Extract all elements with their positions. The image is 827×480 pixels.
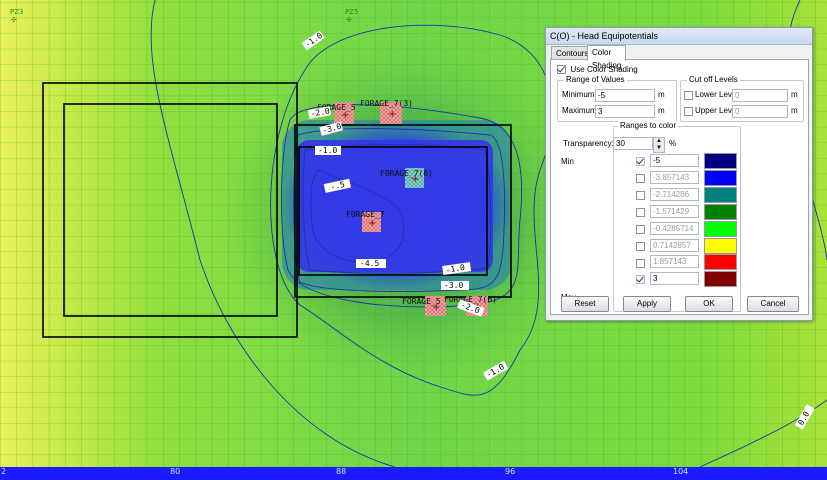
x-axis-ruler: 2 80 88 96 104 — [0, 467, 827, 480]
maximum-label: Maximum: — [562, 106, 599, 115]
svg-text:+: + — [368, 218, 376, 229]
transparency-spinner[interactable]: ▲ ▼ — [653, 137, 665, 153]
svg-text:+: + — [388, 109, 396, 120]
level-value-input[interactable]: -2.714286 — [650, 187, 699, 201]
forage-label-3: FORAGE_7(6) — [380, 169, 433, 178]
transparency-label: Transparency: — [563, 139, 614, 148]
upper-level-input[interactable]: 0 — [732, 105, 788, 118]
level-color-swatch[interactable] — [704, 153, 737, 169]
level-checkbox — [636, 157, 645, 167]
level-checkbox — [636, 275, 645, 285]
ruler-tick: 104 — [673, 467, 689, 476]
svg-text:✣: ✣ — [346, 16, 352, 24]
minimum-unit: m — [658, 90, 665, 99]
cutoff-group-title: Cut off Levels — [687, 75, 740, 84]
level-color-swatch[interactable] — [704, 237, 737, 254]
range-of-values-group: Range of Values Minimum: -5 m Maximum: 3… — [557, 75, 677, 122]
reset-button[interactable]: Reset — [561, 296, 609, 312]
pz-label-2: PZ5 — [345, 8, 358, 16]
contour-tag-6: -4.5 — [360, 259, 379, 268]
level-color-swatch[interactable] — [704, 169, 737, 186]
level-value-input[interactable]: -3.857143 — [650, 170, 699, 184]
svg-text:✣: ✣ — [11, 16, 17, 24]
level-checkbox[interactable] — [636, 190, 645, 200]
level-checkbox[interactable] — [636, 241, 645, 251]
level-value-input[interactable]: 0.7142857 — [650, 238, 699, 252]
use-color-shading-checkbox[interactable] — [557, 65, 566, 75]
level-checkbox[interactable] — [636, 174, 645, 184]
upper-level-unit: m — [791, 106, 798, 115]
transparency-percent: % — [669, 139, 677, 148]
level-value-input[interactable]: -1.571429 — [650, 204, 699, 218]
dialog-title: C(O) - Head Equipotentials — [546, 28, 812, 45]
level-checkbox[interactable] — [636, 224, 645, 234]
maximum-unit: m — [658, 106, 665, 115]
lower-level-input[interactable]: 0 — [732, 89, 788, 102]
forage-label-2: FORAGE_7(3) — [360, 99, 413, 108]
contour-tag-4: -1.0 — [318, 146, 337, 155]
color-shading-panel: Use Color Shading Range of Values Minimu… — [550, 59, 809, 315]
level-color-swatch[interactable] — [704, 254, 737, 271]
forage-label-5: FORAGE_5 — [402, 297, 441, 306]
transparency-input[interactable]: 30 — [613, 137, 653, 150]
tab-color-shading[interactable]: Color Shading — [587, 45, 627, 70]
head-equipotentials-dialog: C(O) - Head Equipotentials Contours Colo… — [545, 27, 813, 321]
ruler-tick: 2 — [1, 467, 7, 476]
forage-label-4: FORAGE_7 — [346, 210, 385, 219]
range-group-title: Range of Values — [564, 75, 627, 84]
apply-button[interactable]: Apply — [623, 296, 671, 312]
minimum-input[interactable]: -5 — [595, 89, 655, 102]
pz-label-1: PZ3 — [10, 8, 23, 16]
ranges-group-title: Ranges to color — [618, 121, 679, 130]
minimum-label: Minimum: — [562, 90, 597, 99]
level-color-swatch[interactable] — [704, 220, 737, 237]
contour-tag-8: -3.0 — [444, 281, 463, 290]
level-checkbox[interactable] — [636, 258, 645, 268]
ruler-tick: 88 — [336, 467, 347, 476]
lower-level-checkbox[interactable] — [684, 91, 693, 101]
level-value-input[interactable]: 1.857143 — [650, 255, 699, 269]
ruler-tick: 80 — [170, 467, 181, 476]
cutoff-levels-group: Cut off Levels Lower Level 0 m Upper Lev… — [680, 75, 804, 122]
level-color-swatch[interactable] — [704, 186, 737, 203]
ruler-tick: 96 — [505, 467, 516, 476]
level-checkbox[interactable] — [636, 207, 645, 217]
level-value-input[interactable]: 3 — [650, 272, 699, 286]
upper-level-checkbox[interactable] — [684, 107, 693, 117]
ok-button[interactable]: OK — [685, 296, 733, 312]
level-value-input[interactable]: -5 — [650, 154, 699, 167]
level-color-swatch[interactable] — [704, 203, 737, 220]
min-label: Min — [561, 157, 574, 166]
level-value-input[interactable]: -0.4285714 — [650, 221, 699, 235]
lower-level-unit: m — [791, 90, 798, 99]
cancel-button[interactable]: Cancel — [747, 296, 799, 312]
level-color-swatch[interactable] — [704, 271, 737, 288]
maximum-input[interactable]: 3 — [595, 105, 655, 118]
